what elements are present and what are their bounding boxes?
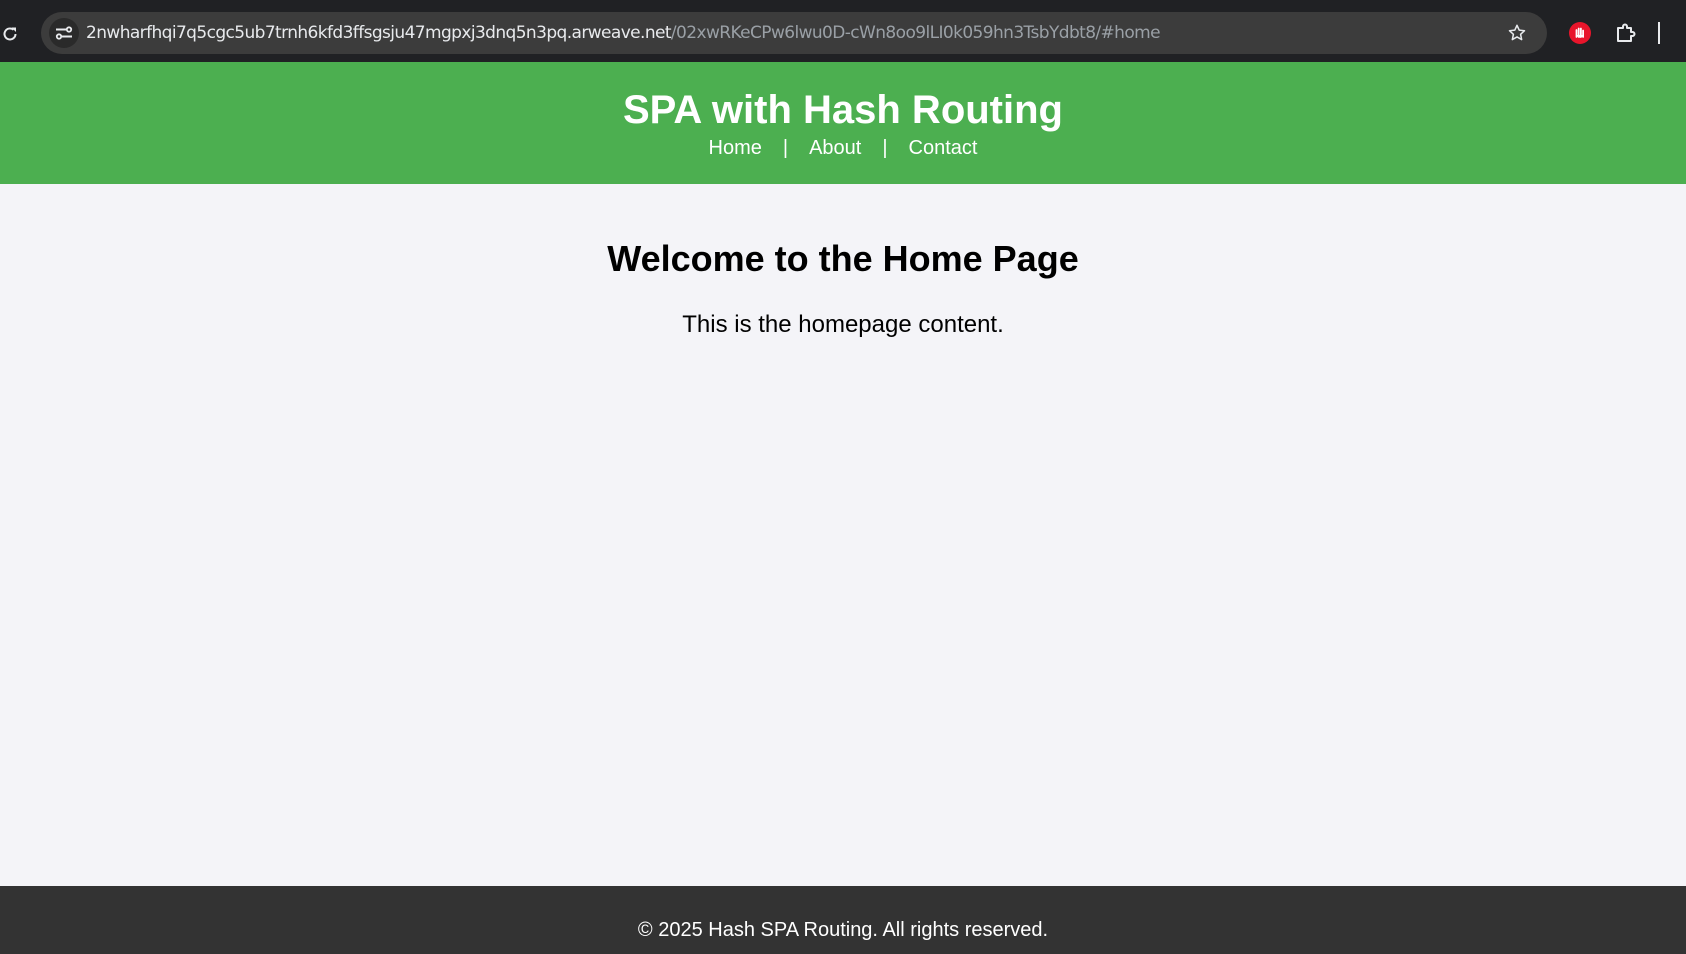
nav-link-home[interactable]: Home	[709, 135, 762, 161]
nav-link-contact[interactable]: Contact	[909, 135, 978, 161]
nav-link-about[interactable]: About	[809, 135, 861, 161]
toolbar-divider	[1658, 22, 1660, 44]
page-heading: Welcome to the Home Page	[607, 238, 1079, 279]
reload-icon[interactable]	[0, 20, 20, 48]
main-content: Welcome to the Home Page This is the hom…	[0, 184, 1686, 886]
extensions-puzzle-icon[interactable]	[1613, 20, 1639, 46]
stop-extension-icon[interactable]	[1567, 20, 1593, 46]
nav-separator: |	[882, 137, 888, 159]
url-text[interactable]: 2nwharfhqi7q5cgc5ub7trnh6kfd3ffsgsju47mg…	[86, 12, 1161, 54]
site-info-icon[interactable]	[49, 18, 79, 48]
site-title: SPA with Hash Routing	[623, 88, 1063, 132]
nav-separator: |	[782, 137, 789, 159]
site-header: SPA with Hash Routing Home | About | Con…	[0, 62, 1686, 184]
site-footer: © 2025 Hash SPA Routing. All rights rese…	[0, 886, 1686, 954]
footer-text: © 2025 Hash SPA Routing. All rights rese…	[637, 919, 1049, 941]
site-nav: Home | About | Contact	[0, 135, 1686, 161]
page-text: This is the homepage content.	[682, 311, 1004, 338]
address-bar[interactable]: 2nwharfhqi7q5cgc5ub7trnh6kfd3ffsgsju47mg…	[41, 12, 1547, 54]
url-path: /02xwRKeCPw6lwu0D-cWn8oo9lLI0k059hn3TsbY…	[670, 23, 1161, 43]
browser-toolbar: 2nwharfhqi7q5cgc5ub7trnh6kfd3ffsgsju47mg…	[0, 0, 1686, 62]
star-icon[interactable]	[1505, 21, 1529, 45]
url-host: 2nwharfhqi7q5cgc5ub7trnh6kfd3ffsgsju47mg…	[86, 23, 672, 43]
